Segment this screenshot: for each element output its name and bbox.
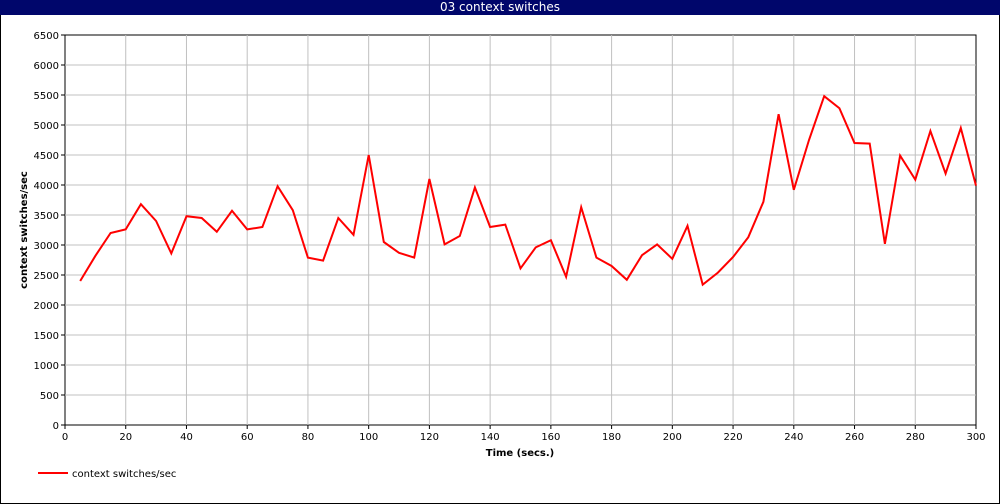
x-tick-label: 40: [180, 432, 193, 443]
x-tick-label: 120: [420, 432, 439, 443]
y-tick-label: 0: [53, 421, 59, 432]
y-tick-label: 4000: [34, 181, 59, 192]
line-chart: 0500100015002000250030003500400045005000…: [19, 31, 986, 480]
x-tick-label: 20: [119, 432, 132, 443]
y-axis-ticks: 0 500 1000 1500 2000 2500 3000 3500 4000 4500 5000…: [34, 31, 65, 432]
legend-label: context switches/sec: [72, 469, 176, 480]
x-tick-label: 300: [966, 432, 985, 443]
y-tick-label: 2000: [34, 301, 59, 312]
y-tick-label: 6000: [34, 61, 59, 72]
x-tick-label: 140: [481, 432, 500, 443]
x-tick-label: 160: [541, 432, 560, 443]
y-tick-label: 5500: [34, 91, 59, 102]
y-tick-label: 2500: [34, 271, 59, 282]
y-tick-label: 3500: [34, 211, 59, 222]
y-tick-label: 1000: [34, 361, 59, 372]
y-tick-label: 4500: [34, 151, 59, 162]
x-tick-label: 80: [302, 432, 315, 443]
y-tick-label: 500: [40, 391, 59, 402]
x-axis-ticks: 0 20 40 60 80 100 120 140 160 180 200 220 240 260 280 3…: [62, 425, 986, 443]
x-tick-label: 60: [241, 432, 254, 443]
y-tick-label: 5000: [34, 121, 59, 132]
x-tick-label: 260: [845, 432, 864, 443]
y-tick-label: 3000: [34, 241, 59, 252]
y-axis-label: context switches/sec: [19, 171, 30, 289]
y-tick-label: 1500: [34, 331, 59, 342]
plot-area: [64, 34, 977, 426]
x-tick-label: 200: [663, 432, 682, 443]
x-tick-label: 0: [62, 432, 68, 443]
y-tick-label: 6500: [34, 31, 59, 42]
x-tick-label: 240: [784, 432, 803, 443]
x-tick-label: 180: [602, 432, 621, 443]
x-tick-label: 280: [906, 432, 925, 443]
x-tick-label: 220: [724, 432, 743, 443]
x-axis-label: Time (secs.): [486, 448, 555, 459]
x-tick-label: 100: [359, 432, 378, 443]
